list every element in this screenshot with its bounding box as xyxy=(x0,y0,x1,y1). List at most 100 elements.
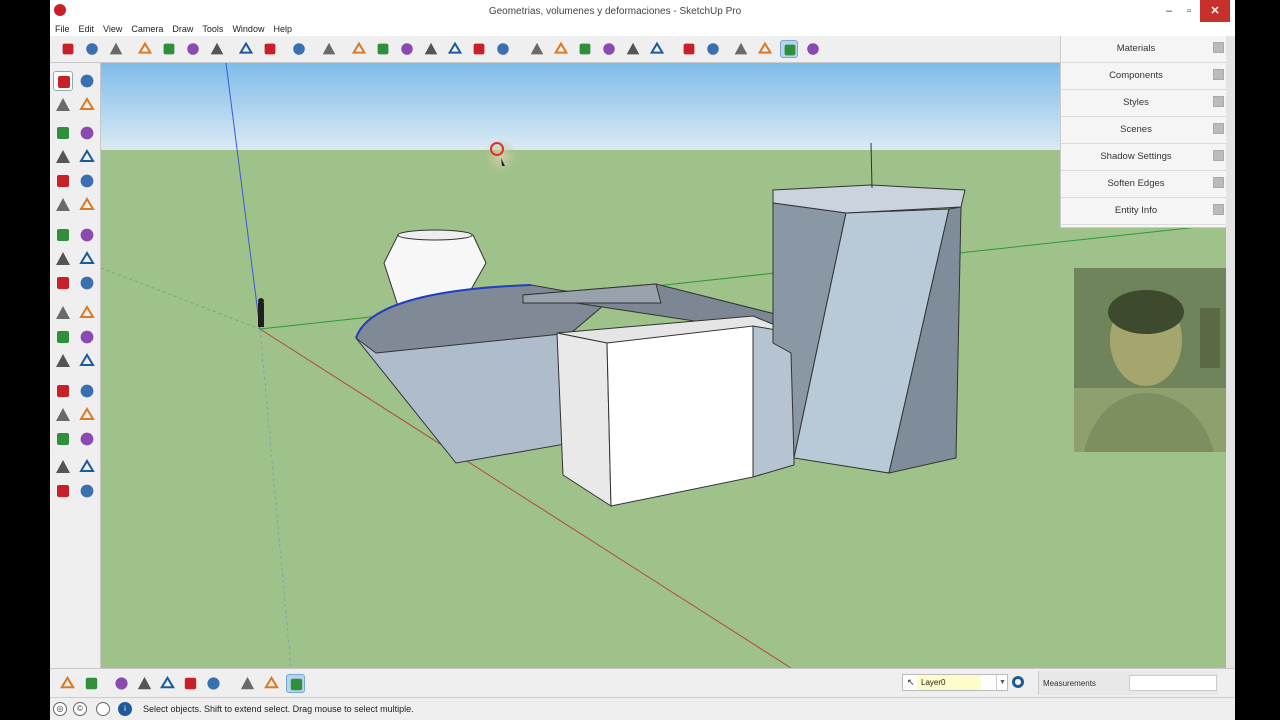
tray-components[interactable]: Components xyxy=(1061,63,1227,90)
scale-icon[interactable] xyxy=(53,273,73,293)
geolocation-icon[interactable]: ◎ xyxy=(53,702,67,716)
tape-measure-icon[interactable] xyxy=(53,303,73,323)
twisted-tower-shape[interactable] xyxy=(772,142,966,474)
make-component-icon[interactable] xyxy=(77,71,97,91)
circle-icon[interactable] xyxy=(53,147,73,167)
eraser-icon[interactable] xyxy=(77,95,97,115)
iso-small-icon[interactable] xyxy=(112,674,131,693)
section-plane-icon[interactable] xyxy=(77,481,97,501)
orbit-icon[interactable] xyxy=(53,381,73,401)
select-icon[interactable] xyxy=(53,71,73,91)
new-icon[interactable] xyxy=(59,40,77,58)
back-small-icon[interactable] xyxy=(204,674,223,693)
tray-shadow-settings[interactable]: Shadow Settings xyxy=(1061,144,1227,171)
maximize-button[interactable]: ▫ xyxy=(1178,0,1200,22)
pie-icon[interactable] xyxy=(53,195,73,215)
tray-soften-edges[interactable]: Soften Edges xyxy=(1061,171,1227,198)
open-icon[interactable] xyxy=(83,40,101,58)
erase-icon[interactable] xyxy=(184,40,202,58)
3d-text-icon[interactable] xyxy=(77,351,97,371)
polygon-icon[interactable] xyxy=(53,171,73,191)
shaded-icon[interactable] xyxy=(756,40,774,58)
right-view-icon[interactable] xyxy=(576,40,594,58)
tray-components-toggle[interactable] xyxy=(1213,69,1224,80)
menu-window[interactable]: Window xyxy=(232,22,264,36)
rectangle-icon[interactable] xyxy=(53,123,73,143)
back-edges-icon[interactable] xyxy=(680,40,698,58)
3d-warehouse-icon[interactable] xyxy=(350,40,368,58)
tray-soften-edges-toggle[interactable] xyxy=(1213,177,1224,188)
credits-icon[interactable]: © xyxy=(73,702,87,716)
save-icon[interactable] xyxy=(107,40,125,58)
menu-tools[interactable]: Tools xyxy=(202,22,223,36)
layout-icon[interactable] xyxy=(470,40,488,58)
move-icon[interactable] xyxy=(53,225,73,245)
instructor-icon[interactable]: i xyxy=(118,702,132,716)
redo-icon[interactable] xyxy=(261,40,279,58)
delete-icon[interactable] xyxy=(208,40,226,58)
push-pull-icon[interactable] xyxy=(77,225,97,245)
dimension-icon[interactable] xyxy=(77,303,97,323)
left-view-icon[interactable] xyxy=(624,40,642,58)
paint-bucket-icon[interactable] xyxy=(53,95,73,115)
line-icon[interactable] xyxy=(77,123,97,143)
offset-icon[interactable] xyxy=(77,273,97,293)
protractor-icon[interactable] xyxy=(53,327,73,347)
position-camera-icon[interactable] xyxy=(53,457,73,477)
tray-styles-toggle[interactable] xyxy=(1213,96,1224,107)
top-view-icon[interactable] xyxy=(528,40,546,58)
orbit-small-icon[interactable] xyxy=(262,674,281,693)
hidden-line-icon[interactable] xyxy=(732,40,750,58)
model-info-icon[interactable] xyxy=(320,40,338,58)
tray-shadow-settings-toggle[interactable] xyxy=(1213,150,1224,161)
tray-scenes-toggle[interactable] xyxy=(1213,123,1224,134)
zoom-icon[interactable] xyxy=(53,405,73,425)
zoom-extents-icon[interactable] xyxy=(53,429,73,449)
scale-figure[interactable] xyxy=(258,298,264,327)
close-button[interactable]: ✕ xyxy=(1200,0,1230,22)
tray-materials-toggle[interactable] xyxy=(1213,42,1224,53)
tray-entity-info-toggle[interactable] xyxy=(1213,204,1224,215)
iso-view-icon[interactable] xyxy=(494,40,512,58)
two-point-arc-icon[interactable] xyxy=(77,195,97,215)
menu-help[interactable]: Help xyxy=(273,22,292,36)
monochrome-icon[interactable] xyxy=(804,40,822,58)
tray-entity-info[interactable]: Entity Info xyxy=(1061,198,1227,225)
arc-icon[interactable] xyxy=(77,171,97,191)
menu-draw[interactable]: Draw xyxy=(172,22,193,36)
previous-icon[interactable] xyxy=(77,429,97,449)
front-view-icon[interactable] xyxy=(552,40,570,58)
measurements-input[interactable] xyxy=(1129,675,1217,691)
shaded-texture-icon[interactable] xyxy=(780,40,798,58)
front-small-icon[interactable] xyxy=(158,674,177,693)
zoom-window-icon[interactable] xyxy=(77,405,97,425)
rotate-icon[interactable] xyxy=(53,249,73,269)
print-icon[interactable] xyxy=(290,40,308,58)
menu-view[interactable]: View xyxy=(103,22,122,36)
menu-camera[interactable]: Camera xyxy=(131,22,163,36)
layer-manager-icon[interactable] xyxy=(1010,674,1026,690)
get-models-icon[interactable] xyxy=(374,40,392,58)
tray-materials[interactable]: Materials xyxy=(1061,36,1227,63)
menu-file[interactable]: File xyxy=(55,22,70,36)
pan-icon[interactable] xyxy=(77,381,97,401)
chevron-down-icon[interactable]: ▼ xyxy=(996,675,1008,690)
send-icon[interactable] xyxy=(446,40,464,58)
tray-scenes[interactable]: Scenes xyxy=(1061,117,1227,144)
share-model-icon[interactable] xyxy=(398,40,416,58)
paint-icon[interactable] xyxy=(160,40,178,58)
tray-styles[interactable]: Styles xyxy=(1061,90,1227,117)
user-icon[interactable] xyxy=(96,702,110,716)
extension-icon[interactable] xyxy=(422,40,440,58)
look-around-icon[interactable] xyxy=(77,457,97,477)
display-section-icon[interactable] xyxy=(82,674,101,693)
wireframe-icon[interactable] xyxy=(704,40,722,58)
back-view-icon[interactable] xyxy=(600,40,618,58)
section-plane-tool-icon[interactable] xyxy=(58,674,77,693)
freehand-icon[interactable] xyxy=(77,147,97,167)
right-scrollbar[interactable] xyxy=(1226,36,1235,668)
layer-dropdown[interactable]: ↖ Layer0 ▼ xyxy=(902,674,1008,691)
pan-small-icon[interactable] xyxy=(286,674,305,693)
menu-edit[interactable]: Edit xyxy=(79,22,95,36)
minimize-button[interactable]: – xyxy=(1158,0,1180,22)
